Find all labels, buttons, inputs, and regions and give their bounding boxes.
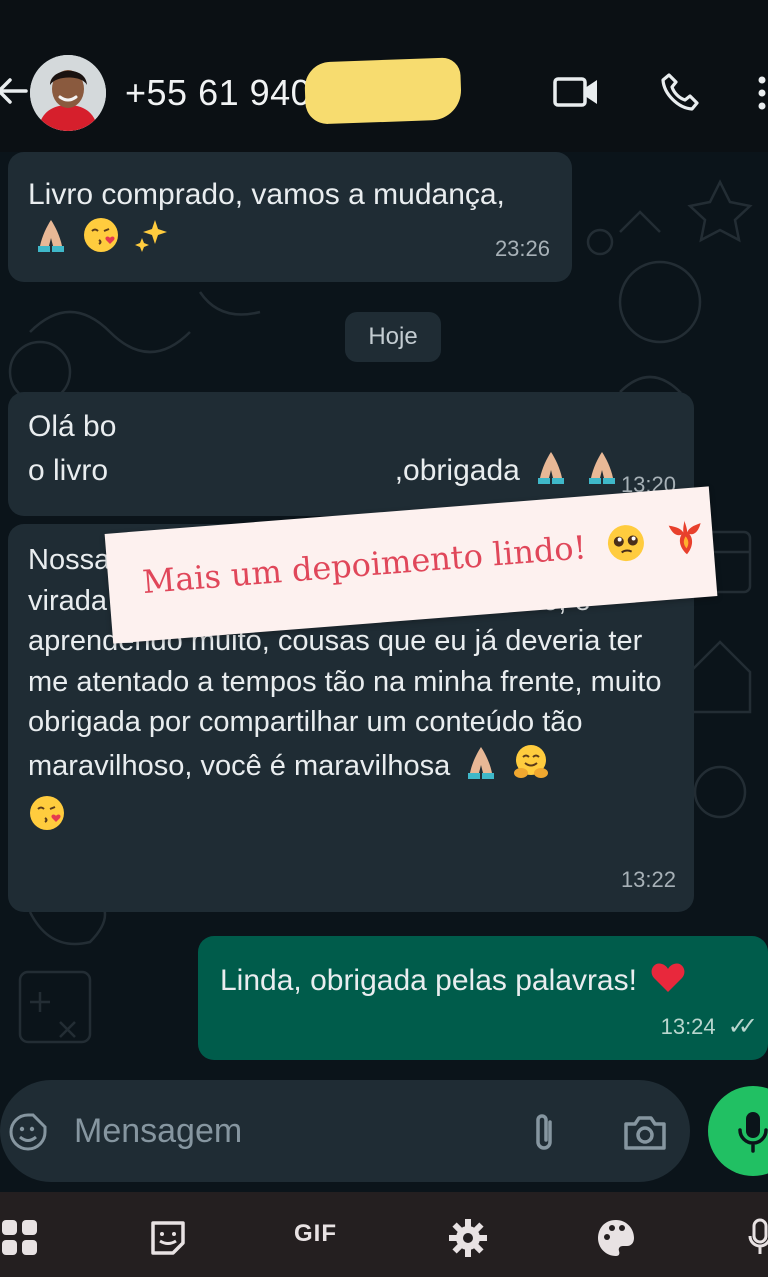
avatar-photo bbox=[30, 55, 106, 131]
red-heart-icon bbox=[651, 963, 685, 992]
message-text-fragment: ,obrigada bbox=[394, 454, 520, 487]
message-text: Linda, obrigada pelas palavras! bbox=[220, 964, 637, 997]
video-camera-icon[interactable] bbox=[552, 74, 600, 110]
gif-button[interactable]: GIF bbox=[294, 1220, 337, 1248]
date-divider: Hoje bbox=[345, 312, 441, 362]
emoji-sticker-icon[interactable] bbox=[8, 1112, 48, 1152]
kissing-heart-icon bbox=[30, 796, 64, 830]
pleading-face-icon bbox=[608, 525, 645, 562]
settings-gear-icon[interactable] bbox=[448, 1218, 488, 1258]
keyboard-toolbar: GIF bbox=[0, 1192, 768, 1277]
folded-hands-icon bbox=[38, 220, 64, 252]
keyboard-mic-icon[interactable] bbox=[748, 1218, 768, 1258]
phoenix-icon bbox=[669, 520, 702, 555]
sticker-icon[interactable] bbox=[148, 1218, 188, 1258]
message-input[interactable] bbox=[74, 1108, 494, 1154]
message-text-fragment: o livro bbox=[28, 454, 109, 487]
chat-header: +55 61 9404- bbox=[0, 0, 768, 152]
more-vert-icon[interactable] bbox=[756, 74, 768, 112]
kissing-heart-icon bbox=[84, 218, 119, 252]
read-receipt-icon: ✓✓ bbox=[727, 1013, 758, 1040]
microphone-icon bbox=[738, 1112, 768, 1153]
testimonial-label-text: Mais um depoimento lindo! bbox=[141, 517, 708, 601]
testimonial-label-caption: Mais um depoimento lindo! bbox=[141, 528, 588, 602]
folded-hands-icon bbox=[538, 452, 565, 484]
chat-area[interactable]: Livro comprado, vamos a mudança, 23:26 H… bbox=[0, 152, 768, 1192]
folded-hands-icon bbox=[468, 746, 495, 779]
arrow-left-icon[interactable] bbox=[0, 74, 28, 108]
message-bubble-incoming[interactable]: Livro comprado, vamos a mudança, 23:26 bbox=[8, 152, 572, 282]
folded-hands-icon bbox=[588, 452, 615, 484]
message-time: 13:24 ✓✓ bbox=[660, 1006, 759, 1048]
message-bubble-outgoing[interactable]: Linda, obrigada pelas palavras! 13:24 ✓✓ bbox=[198, 936, 768, 1060]
message-time: 23:26 bbox=[494, 236, 550, 261]
message-text-line: Olá bo bbox=[28, 410, 117, 443]
contact-avatar[interactable] bbox=[30, 55, 106, 131]
hugging-face-icon bbox=[514, 744, 549, 778]
attach-clip-icon[interactable] bbox=[528, 1110, 560, 1154]
palette-icon[interactable] bbox=[596, 1218, 636, 1258]
sparkles-icon bbox=[134, 220, 167, 252]
message-time-text: 13:24 bbox=[660, 1014, 716, 1039]
message-text: Livro comprado, vamos a mudança, bbox=[28, 178, 505, 211]
message-text-line: o livro ,obrigada bbox=[28, 448, 674, 492]
redaction-highlight bbox=[303, 57, 463, 125]
message-time: 13:22 bbox=[620, 866, 676, 892]
apps-grid-icon[interactable] bbox=[0, 1218, 40, 1258]
voice-record-button[interactable] bbox=[708, 1086, 768, 1176]
message-composer bbox=[0, 1080, 690, 1182]
phone-icon[interactable] bbox=[660, 72, 700, 112]
camera-icon[interactable] bbox=[622, 1112, 668, 1152]
